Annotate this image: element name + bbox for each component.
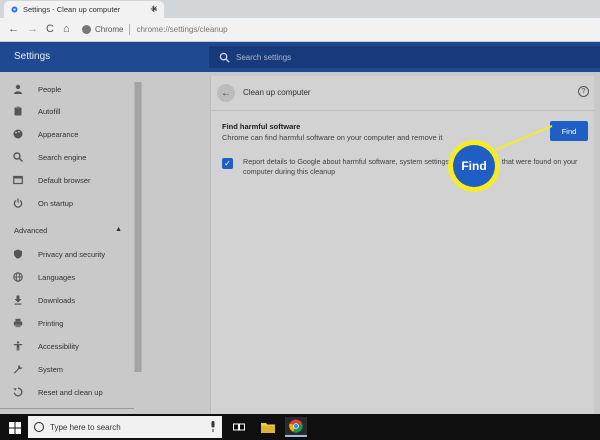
sidebar-item-label: People <box>38 84 62 94</box>
card-divider <box>211 110 595 111</box>
browser-toolbar: ← → C ⌂ Chrome chrome://settings/cleanup <box>0 18 600 42</box>
sidebar-item-autofill[interactable]: Autofill <box>0 101 134 121</box>
taskbar-search-input[interactable]: Type here to search <box>28 416 222 438</box>
windows-taskbar: Type here to search <box>0 414 600 440</box>
tab-title: Settings - Clean up computer <box>23 5 121 14</box>
person-icon <box>14 84 22 94</box>
power-icon <box>13 198 23 208</box>
find-description: Chrome can find harmful software on your… <box>222 133 443 142</box>
page-title: Clean up computer <box>243 88 311 97</box>
taskbar-search-placeholder: Type here to search <box>50 422 121 432</box>
sidebar-item-languages[interactable]: Languages <box>0 267 134 287</box>
sidebar-item-people[interactable]: People <box>0 79 134 99</box>
forward-button[interactable]: → <box>27 22 38 36</box>
sidebar-item-label: Default browser <box>38 175 91 185</box>
sidebar-scrollbar[interactable] <box>134 82 142 372</box>
cleanup-card: ← Clean up computer ? Find harmful softw… <box>210 76 595 414</box>
sidebar-item-appearance[interactable]: Appearance <box>0 124 134 144</box>
download-icon <box>14 295 22 305</box>
sidebar-item-on-startup[interactable]: On startup <box>0 193 134 213</box>
sidebar-item-default-browser[interactable]: Default browser <box>0 170 134 190</box>
report-details-label: Report details to Google about harmful s… <box>243 157 578 176</box>
back-arrow-button[interactable]: ← <box>217 84 235 102</box>
search-icon <box>219 52 230 63</box>
address-bar[interactable]: Chrome chrome://settings/cleanup <box>82 21 582 38</box>
sidebar-item-label: Downloads <box>38 295 76 305</box>
help-icon[interactable]: ? <box>578 86 589 97</box>
checkmark-icon: ✓ <box>224 159 231 168</box>
sidebar-item-privacy-and-security[interactable]: Privacy and security <box>0 244 134 264</box>
search-icon <box>13 152 23 162</box>
search-placeholder: Search settings <box>236 52 292 62</box>
find-harmful-software-title: Find harmful software <box>222 122 301 131</box>
find-button[interactable]: Find <box>550 121 588 141</box>
sidebar-item-label: Printing <box>38 318 64 328</box>
chrome-site-icon <box>82 25 91 34</box>
sidebar-item-label: On startup <box>38 198 74 208</box>
url-scheme: Chrome <box>95 25 124 34</box>
sidebar-item-accessibility[interactable]: Accessibility <box>0 336 134 356</box>
sidebar-item-search-engine[interactable]: Search engine <box>0 147 134 167</box>
settings-search-input[interactable]: Search settings <box>209 46 600 68</box>
chrome-taskbar-icon[interactable] <box>285 417 307 437</box>
back-button[interactable]: ← <box>8 22 19 36</box>
sidebar-item-downloads[interactable]: Downloads <box>0 290 134 310</box>
help-glyph: ? <box>581 88 586 95</box>
tab-strip: Settings - Clean up computer ✕ + <box>0 0 600 18</box>
sidebar-divider <box>0 408 134 409</box>
sidebar-item-printing[interactable]: Printing <box>0 313 134 333</box>
browser-icon <box>13 175 23 185</box>
settings-header: Settings Search settings <box>0 42 600 72</box>
settings-title: Settings <box>14 51 51 62</box>
task-view-icon[interactable] <box>228 417 250 437</box>
microphone-icon[interactable] <box>210 421 216 432</box>
sidebar-item-label: Privacy and security <box>38 249 106 259</box>
shield-icon <box>14 249 22 259</box>
home-button[interactable]: ⌂ <box>63 22 70 36</box>
main-content: ← Clean up computer ? Find harmful softw… <box>142 72 600 414</box>
sidebar-item-label: Search engine <box>38 152 87 162</box>
url-divider <box>129 24 131 35</box>
settings-sidebar: People Autofill Appearance Search engine… <box>0 72 142 414</box>
url-text: chrome://settings/cleanup <box>136 25 228 34</box>
cortana-icon <box>34 422 44 432</box>
sidebar-item-label: Autofill <box>38 106 61 116</box>
sidebar-item-reset-and-clean-up[interactable]: Reset and clean up <box>0 382 134 402</box>
new-tab-button[interactable]: + <box>150 1 158 17</box>
callout-label: Find <box>453 145 495 187</box>
sidebar-item-label: Appearance <box>38 129 79 139</box>
palette-icon <box>13 129 23 139</box>
reload-button[interactable]: C <box>46 22 54 36</box>
sidebar-item-label: System <box>38 364 64 374</box>
globe-icon <box>13 272 23 282</box>
caret-up-icon: ▲ <box>115 226 122 233</box>
sidebar-item-system[interactable]: System <box>0 359 134 379</box>
reset-icon <box>13 387 23 397</box>
sidebar-item-label: Languages <box>38 272 76 282</box>
browser-tab[interactable]: Settings - Clean up computer ✕ <box>4 1 164 18</box>
windows-start-icon[interactable] <box>9 422 21 434</box>
accessibility-icon <box>13 341 23 351</box>
gear-icon <box>11 6 18 13</box>
advanced-label: Advanced <box>14 226 48 235</box>
sidebar-item-label: Reset and clean up <box>38 387 103 397</box>
clipboard-icon <box>14 106 22 116</box>
wrench-icon <box>13 364 23 374</box>
report-checkbox[interactable]: ✓ <box>222 158 233 169</box>
advanced-section-toggle[interactable]: Advanced ▲ <box>14 226 122 235</box>
printer-icon <box>13 318 23 328</box>
find-callout-highlight: Find <box>448 140 500 192</box>
arrow-left-icon: ← <box>221 87 231 99</box>
sidebar-item-label: Accessibility <box>38 341 79 351</box>
file-explorer-icon[interactable] <box>257 417 279 437</box>
scrollbar-thumb[interactable] <box>135 82 141 372</box>
